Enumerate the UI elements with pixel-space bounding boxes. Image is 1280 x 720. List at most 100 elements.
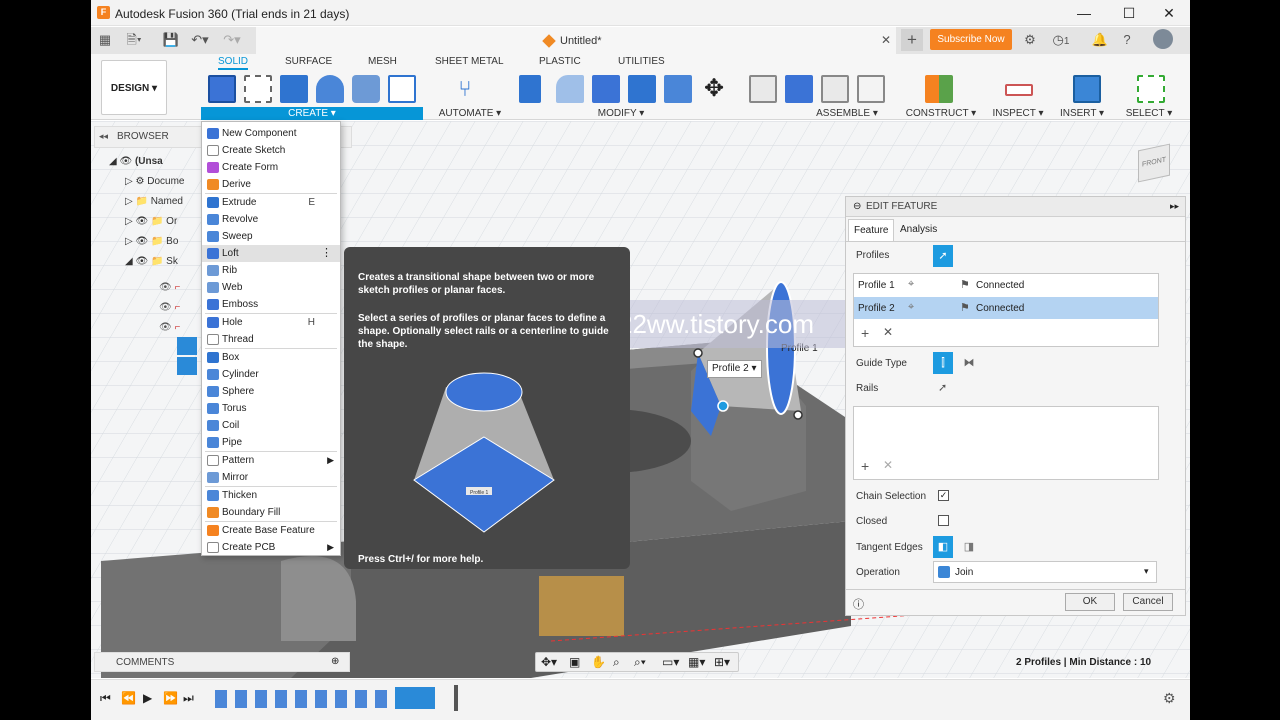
add-comment-icon[interactable]: ⊕ bbox=[331, 656, 339, 667]
timeline-back-icon[interactable]: ⏪ bbox=[121, 691, 136, 705]
undo-icon[interactable]: ↶▾ bbox=[191, 32, 209, 48]
viewports-icon[interactable]: ⊞▾ bbox=[714, 655, 730, 669]
sketch-item-selected[interactable] bbox=[177, 337, 197, 355]
chamfer-icon[interactable] bbox=[592, 75, 620, 103]
document-tab[interactable]: Untitled* ✕ bbox=[256, 27, 896, 54]
menu-item-torus[interactable]: Torus bbox=[202, 400, 340, 417]
pattern-icon[interactable] bbox=[388, 75, 416, 103]
display-settings-icon[interactable]: ▭▾ bbox=[662, 655, 679, 669]
profile-dropdown[interactable]: Profile 2 ▾ bbox=[707, 360, 762, 378]
cancel-button[interactable]: Cancel bbox=[1123, 593, 1173, 611]
construct-group-button[interactable]: CONSTRUCT ▾ bbox=[901, 107, 981, 120]
file-icon[interactable]: 🗎▾ bbox=[125, 32, 143, 48]
timeline-forward-icon[interactable]: ⏩ bbox=[163, 691, 178, 705]
select-icon[interactable] bbox=[1137, 75, 1165, 103]
timeline-selected-feature[interactable] bbox=[395, 687, 435, 709]
menu-item-create-sketch[interactable]: Create Sketch bbox=[202, 142, 340, 159]
new-component-assemble-icon[interactable] bbox=[785, 75, 813, 103]
shell-icon[interactable] bbox=[628, 75, 656, 103]
more-options-icon[interactable]: ⋮ bbox=[321, 245, 332, 262]
minimize-button[interactable]: — bbox=[1075, 4, 1093, 22]
panel-expand-icon[interactable]: ▸▸ bbox=[1170, 201, 1179, 212]
timeline-features[interactable] bbox=[215, 690, 395, 708]
combine-icon[interactable] bbox=[664, 75, 692, 103]
panel-collapse-icon[interactable]: ⊖ bbox=[853, 201, 861, 212]
hole-icon[interactable] bbox=[352, 75, 380, 103]
timeline-play-icon[interactable]: ▶ bbox=[143, 691, 152, 705]
joint-origin-icon[interactable] bbox=[857, 75, 885, 103]
menu-item-emboss[interactable]: Emboss bbox=[202, 296, 340, 313]
maximize-button[interactable]: ☐ bbox=[1120, 4, 1138, 22]
menu-item-revolve[interactable]: Revolve bbox=[202, 211, 340, 228]
menu-item-box[interactable]: Box bbox=[202, 349, 340, 366]
menu-item-pattern[interactable]: Pattern ▶ bbox=[202, 452, 340, 469]
menu-item-mirror[interactable]: Mirror bbox=[202, 469, 340, 486]
menu-item-new-component[interactable]: New Component bbox=[202, 125, 340, 142]
menu-item-cylinder[interactable]: Cylinder bbox=[202, 366, 340, 383]
profiles-select-button[interactable]: ➚ bbox=[933, 245, 953, 267]
menu-item-create-base-feature[interactable]: Create Base Feature bbox=[202, 522, 340, 539]
tab-surface[interactable]: SURFACE bbox=[285, 56, 332, 67]
new-tab-button[interactable]: + bbox=[901, 29, 923, 51]
add-rail-icon[interactable]: + bbox=[861, 458, 869, 474]
menu-item-thread[interactable]: Thread bbox=[202, 331, 340, 348]
tangent-merge-button[interactable]: ◧ bbox=[933, 536, 953, 558]
guide-rails-button[interactable]: ⫿ bbox=[933, 352, 953, 374]
menu-item-pipe[interactable]: Pipe bbox=[202, 434, 340, 451]
tangent-keep-button[interactable]: ◨ bbox=[959, 536, 979, 558]
revolve-icon[interactable] bbox=[316, 75, 344, 103]
profile-row-status[interactable]: Connected bbox=[976, 303, 1024, 314]
tab-plastic[interactable]: PLASTIC bbox=[539, 56, 581, 67]
press-pull-icon[interactable] bbox=[519, 75, 541, 103]
pan-icon[interactable]: ✋ bbox=[591, 655, 606, 669]
timeline-start-icon[interactable]: ⏮ bbox=[100, 691, 111, 706]
timeline-settings-icon[interactable]: ⚙ bbox=[1163, 690, 1176, 707]
rails-select-icon[interactable]: ➚ bbox=[938, 381, 947, 394]
tab-solid[interactable]: SOLID bbox=[218, 56, 249, 70]
create-sketch-icon[interactable] bbox=[244, 75, 272, 103]
collapse-browser-icon[interactable]: ◂◂ bbox=[99, 131, 108, 142]
zoom-window-icon[interactable]: ⌕▾ bbox=[634, 655, 646, 670]
browser-root-item[interactable]: ◢ 👁 (Unsa bbox=[109, 152, 163, 172]
close-tab-button[interactable]: ✕ bbox=[881, 33, 891, 47]
menu-item-create-form[interactable]: Create Form bbox=[202, 159, 340, 176]
select-group-button[interactable]: SELECT ▾ bbox=[1121, 107, 1177, 120]
extrude-icon[interactable] bbox=[280, 75, 308, 103]
menu-item-web[interactable]: Web bbox=[202, 279, 340, 296]
menu-item-coil[interactable]: Coil bbox=[202, 417, 340, 434]
profile-row-1[interactable]: Profile 1 ⌖ ⚑ Connected bbox=[854, 274, 1158, 296]
orbit-icon[interactable]: ✥▾ bbox=[541, 655, 557, 669]
help-icon[interactable]: ? bbox=[1118, 32, 1136, 48]
chain-selection-checkbox[interactable]: ✓ bbox=[938, 490, 949, 501]
browser-item-document[interactable]: ▷ ⚙ Docume bbox=[125, 172, 184, 192]
menu-item-loft[interactable]: Loft ⋮ bbox=[202, 245, 340, 262]
menu-item-rib[interactable]: Rib bbox=[202, 262, 340, 279]
joint-icon[interactable] bbox=[749, 75, 777, 103]
job-status-icon[interactable]: ◷1 bbox=[1049, 32, 1073, 48]
close-window-button[interactable]: ✕ bbox=[1160, 4, 1178, 22]
profile-row-2[interactable]: Profile 2 ⌖ ⚑ Connected bbox=[854, 297, 1158, 319]
browser-item-bodies[interactable]: ▷ 👁 📁 Bo bbox=[125, 232, 178, 252]
remove-rail-icon[interactable]: ✕ bbox=[883, 458, 893, 472]
modify-group-button[interactable]: MODIFY ▾ bbox=[583, 107, 659, 120]
remove-profile-icon[interactable]: ✕ bbox=[883, 325, 893, 339]
closed-checkbox[interactable] bbox=[938, 515, 949, 526]
menu-item-extrude[interactable]: Extrude E bbox=[202, 194, 340, 211]
insert-group-button[interactable]: INSERT ▾ bbox=[1057, 107, 1107, 120]
workspace-switcher[interactable]: DESIGN ▾ bbox=[101, 60, 167, 115]
menu-item-sweep[interactable]: Sweep bbox=[202, 228, 340, 245]
browser-item-origin[interactable]: ▷ 👁 📁 Or bbox=[125, 212, 177, 232]
profile-point-icon[interactable]: ⌖ bbox=[908, 278, 914, 291]
create-group-button[interactable]: CREATE ▾ bbox=[201, 107, 423, 120]
insert-image-icon[interactable] bbox=[1073, 75, 1101, 103]
ok-button[interactable]: OK bbox=[1065, 593, 1115, 611]
zoom-icon[interactable]: ⌕ bbox=[613, 655, 620, 670]
automate-icon[interactable]: ⑂ bbox=[451, 75, 479, 103]
tab-utilities[interactable]: UTILITIES bbox=[618, 56, 665, 67]
add-profile-icon[interactable]: + bbox=[861, 325, 869, 341]
menu-item-thicken[interactable]: Thicken bbox=[202, 487, 340, 504]
look-at-icon[interactable]: ▣ bbox=[569, 655, 580, 669]
sketch-item-selected[interactable] bbox=[177, 357, 197, 375]
menu-item-create-pcb[interactable]: Create PCB ▶ bbox=[202, 539, 340, 556]
grid-settings-icon[interactable]: ▦▾ bbox=[688, 655, 705, 669]
